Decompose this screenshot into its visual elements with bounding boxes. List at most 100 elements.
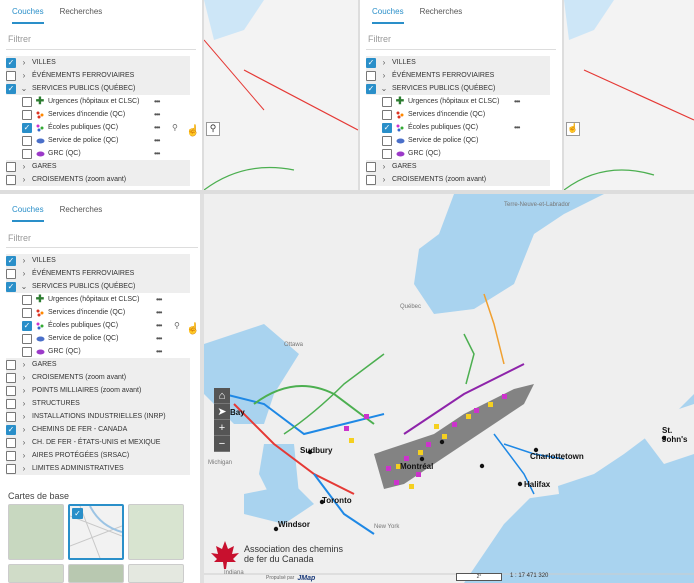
chevron-right-icon[interactable]: › [19, 256, 29, 265]
chevron-right-icon[interactable]: › [19, 360, 29, 369]
sublayer-row-grc[interactable]: GRC (QC) ••• [6, 147, 190, 160]
layer-row-installations[interactable]: › INSTALLATIONS INDUSTRIELLES (INRP) [6, 410, 190, 423]
checkbox[interactable] [6, 463, 16, 474]
checkbox[interactable] [22, 346, 32, 357]
main-map[interactable]: Terre-Neuve-et-Labrador Ottawa Québec Ba… [204, 194, 694, 583]
chevron-down-icon[interactable]: ⌄ [19, 282, 29, 291]
checkbox[interactable] [366, 70, 376, 81]
chevron-right-icon[interactable]: › [19, 399, 29, 408]
chevron-right-icon[interactable]: › [19, 438, 29, 447]
sublayer-row-police[interactable]: Service de police (QC) ••• [6, 134, 190, 147]
more-options-icon[interactable]: ••• [514, 97, 520, 106]
tab-couches[interactable]: Couches [12, 0, 44, 24]
checkbox[interactable] [6, 411, 16, 422]
chevron-right-icon[interactable]: › [19, 162, 29, 171]
checkbox[interactable] [382, 109, 392, 120]
more-options-icon[interactable]: ••• [156, 347, 162, 356]
checkbox[interactable] [22, 135, 32, 146]
layer-row-services-publics[interactable]: ✓ ⌄ SERVICES PUBLICS (QUÉBEC) [6, 82, 190, 95]
basemap-thumb-4[interactable] [8, 564, 64, 583]
checkbox[interactable] [6, 450, 16, 461]
checkbox[interactable] [6, 359, 16, 370]
checkbox[interactable] [6, 398, 16, 409]
chevron-right-icon[interactable]: › [19, 175, 29, 184]
more-options-icon[interactable]: ••• [156, 334, 162, 343]
layer-row-evenements[interactable]: › ÉVÉNEMENTS FERROVIAIRES [6, 267, 190, 280]
sublayer-row-ecoles[interactable]: ✓ Écoles publiques (QC) ••• ⚲ [6, 121, 190, 134]
checkbox[interactable]: ✓ [366, 83, 376, 94]
checkbox[interactable]: ✓ [6, 57, 16, 68]
top-map-view-2[interactable]: ☝ [564, 0, 694, 190]
layer-row-gares[interactable]: › GARES [6, 160, 190, 173]
checkbox[interactable] [366, 174, 376, 185]
more-options-icon[interactable]: ••• [154, 97, 160, 106]
top-map-view-1[interactable]: ⚲ [204, 0, 358, 190]
chevron-down-icon[interactable]: ⌄ [379, 84, 389, 93]
checkbox[interactable] [22, 96, 32, 107]
checkbox[interactable]: ✓ [22, 122, 32, 133]
layer-row-chemins-fer[interactable]: ✓ › CHEMINS DE FER - CANADA [6, 423, 190, 436]
chevron-right-icon[interactable]: › [19, 386, 29, 395]
layer-row-villes[interactable]: ✓ › VILLES [6, 56, 190, 69]
chevron-right-icon[interactable]: › [19, 464, 29, 473]
sublayer-row-police[interactable]: Service de police (QC) [366, 134, 550, 147]
sublayer-row-police[interactable]: Service de police (QC) ••• [6, 332, 190, 345]
checkbox[interactable]: ✓ [22, 320, 32, 331]
tab-recherches[interactable]: Recherches [420, 0, 463, 24]
more-options-icon[interactable]: ••• [514, 123, 520, 132]
checkbox[interactable] [22, 148, 32, 159]
layer-row-croisements[interactable]: › CROISEMENTS (zoom avant) [6, 173, 190, 186]
checkbox[interactable] [6, 161, 16, 172]
tab-couches[interactable]: Couches [12, 198, 44, 222]
more-options-icon[interactable]: ••• [156, 321, 162, 330]
checkbox[interactable] [22, 333, 32, 344]
checkbox[interactable] [366, 161, 376, 172]
chevron-down-icon[interactable]: ⌄ [19, 84, 29, 93]
checkbox[interactable] [6, 70, 16, 81]
chevron-right-icon[interactable]: › [379, 58, 389, 67]
checkbox[interactable] [6, 437, 16, 448]
checkbox[interactable]: ✓ [382, 122, 392, 133]
chevron-right-icon[interactable]: › [379, 71, 389, 80]
sublayer-row-urgences[interactable]: ✚ Urgences (hôpitaux et CLSC) ••• [6, 95, 190, 108]
checkbox[interactable] [6, 174, 16, 185]
more-options-icon[interactable]: ••• [154, 123, 160, 132]
home-icon[interactable]: ⌂ [214, 388, 230, 404]
layer-row-aires[interactable]: › AIRES PROTÉGÉES (SRSAC) [6, 449, 190, 462]
tab-recherches[interactable]: Recherches [60, 0, 103, 24]
sublayer-row-grc[interactable]: GRC (QC) [366, 147, 550, 160]
checkbox[interactable] [22, 307, 32, 318]
filter-input[interactable]: Filtrer [366, 24, 556, 50]
filter-input[interactable]: Filtrer [6, 24, 196, 50]
tab-recherches[interactable]: Recherches [60, 198, 103, 222]
sublayer-row-ecoles[interactable]: ✓ Écoles publiques (QC) ••• [366, 121, 550, 134]
zoom-in-icon[interactable]: + [214, 420, 230, 436]
checkbox[interactable] [6, 372, 16, 383]
chevron-right-icon[interactable]: › [19, 71, 29, 80]
chevron-right-icon[interactable]: › [379, 162, 389, 171]
layer-row-evenements[interactable]: › ÉVÉNEMENTS FERROVIAIRES [366, 69, 550, 82]
layer-row-limites[interactable]: › LIMITES ADMINISTRATIVES [6, 462, 190, 475]
sublayer-row-urgences[interactable]: ✚ Urgences (hôpitaux et CLSC) ••• [6, 293, 190, 306]
more-options-icon[interactable]: ••• [154, 136, 160, 145]
layer-row-gares[interactable]: › GARES [366, 160, 550, 173]
sublayer-row-incendie[interactable]: Services d'incendie (QC) ••• [6, 108, 190, 121]
sublayer-row-grc[interactable]: GRC (QC) ••• [6, 345, 190, 358]
basemap-thumb-5[interactable] [68, 564, 124, 583]
layer-row-villes[interactable]: ✓ › VILLES [6, 254, 190, 267]
sublayer-row-incendie[interactable]: Services d'incendie (QC) [366, 108, 550, 121]
chevron-right-icon[interactable]: › [19, 412, 29, 421]
locate-icon[interactable]: ➤ [214, 404, 230, 420]
checkbox[interactable] [6, 268, 16, 279]
checkbox[interactable]: ✓ [366, 57, 376, 68]
checkbox[interactable]: ✓ [6, 83, 16, 94]
layer-row-evenements[interactable]: › ÉVÉNEMENTS FERROVIAIRES [6, 69, 190, 82]
more-options-icon[interactable]: ••• [156, 295, 162, 304]
layer-row-croisements[interactable]: › CROISEMENTS (zoom avant) [366, 173, 550, 186]
chevron-right-icon[interactable]: › [19, 451, 29, 460]
layer-row-croisements[interactable]: › CROISEMENTS (zoom avant) [6, 371, 190, 384]
checkbox[interactable]: ✓ [6, 255, 16, 266]
layer-row-ch-fer-us[interactable]: › CH. DE FER - ÉTATS-UNIS et MEXIQUE [6, 436, 190, 449]
pin-icon[interactable]: ⚲ [174, 321, 180, 330]
checkbox[interactable] [6, 385, 16, 396]
